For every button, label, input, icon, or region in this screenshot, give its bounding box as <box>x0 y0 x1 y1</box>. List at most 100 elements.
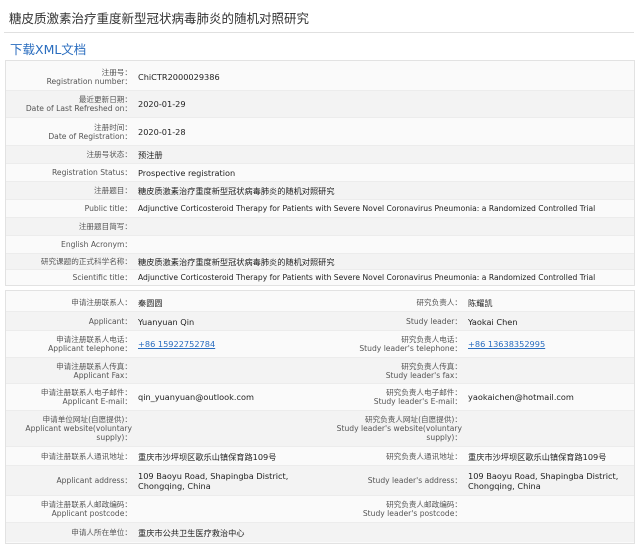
label-zh: 研究负责人传真： <box>401 362 462 371</box>
contact-row: 申请注册联系人电话： Applicant telephone： +86 1592… <box>6 331 634 358</box>
contact-row: Applicant： Yuanyuan Qin Study leader： Ya… <box>6 312 634 331</box>
scientific-title-label: Scientific title： <box>72 273 133 282</box>
label-en: Study leader's postcode： <box>362 509 462 518</box>
study-leader-telephone-label: 研究负责人电话： Study leader's telephone： <box>336 335 462 353</box>
applicant-postcode-label: 申请注册联系人邮政编码： Applicant postcode： <box>6 500 132 518</box>
study-leader-email-value: yaokaichen@hotmail.com <box>468 392 574 402</box>
scientific-title-value: Adjunctive Corticosteroid Therapy for Pa… <box>138 273 596 282</box>
contact-row: 申请单位网址(自愿提供)： Applicant website(voluntar… <box>6 411 634 447</box>
applicant-institution-label: 申请人所在单位： <box>71 528 132 537</box>
study-leader-label: Study leader： <box>406 317 462 326</box>
registration-status-zh-value: 预注册 <box>138 150 163 160</box>
applicant-telephone-label: 申请注册联系人电话： Applicant telephone： <box>6 335 132 353</box>
study-leader-zh-label: 研究负责人： <box>416 298 462 307</box>
label-zh: 研究负责人电子邮件： <box>386 388 462 397</box>
title-zh-value: 糖皮质激素治疗重度新型冠状病毒肺炎的随机对照研究 <box>138 186 335 196</box>
label-en: Date of Last Refreshed on： <box>25 104 132 113</box>
label-zh: 注册时间： <box>94 123 132 132</box>
applicant-telephone-link[interactable]: +86 15922752784 <box>138 339 215 349</box>
applicant-fax-label: 申请注册联系人传真： Applicant Fax： <box>6 362 132 380</box>
applicant-label: Applicant： <box>88 317 132 326</box>
applicant-email-value: qin_yuanyuan@outlook.com <box>138 392 254 402</box>
study-leader-address-zh-label: 研究负责人通讯地址： <box>386 452 462 461</box>
scientific-title-zh-row: 研究课题的正式科学名称： 糖皮质激素治疗重度新型冠状病毒肺炎的随机对照研究 <box>6 254 634 270</box>
registration-status-zh-label: 注册号状态： <box>86 150 132 159</box>
registration-status-row: Registration Status： Prospective registr… <box>6 164 634 182</box>
registration-status-zh-row: 注册号状态： 预注册 <box>6 146 634 164</box>
study-leader-telephone-link[interactable]: +86 13638352995 <box>468 339 545 349</box>
contact-row: 申请人所在单位： 重庆市公共卫生医疗救治中心 <box>6 523 634 542</box>
label-en: Applicant postcode： <box>51 509 132 518</box>
public-title-row: Public title： Adjunctive Corticosteroid … <box>6 200 634 218</box>
scientific-title-row: Scientific title： Adjunctive Corticoster… <box>6 270 634 285</box>
label-zh: 研究负责人网址(自愿提供)： <box>364 415 462 424</box>
study-leader-address-value: 109 Baoyu Road, Shapingba District, Chon… <box>468 471 619 491</box>
page-title: 糖皮质激素治疗重度新型冠状病毒肺炎的随机对照研究 <box>9 11 310 26</box>
registration-info-panel: 注册号： Registration number： ChiCTR20000293… <box>5 60 635 286</box>
acronym-zh-row: 注册题目简写： <box>6 218 634 236</box>
applicant-zh-label: 申请注册联系人： <box>71 298 132 307</box>
study-leader-zh-value: 陈耀凯 <box>468 298 493 308</box>
public-title-value: Adjunctive Corticosteroid Therapy for Pa… <box>138 204 596 213</box>
registration-number-row: 注册号： Registration number： ChiCTR20000293… <box>6 63 634 91</box>
applicant-address-label: Applicant address： <box>56 476 132 485</box>
study-leader-address-label: Study leader's address： <box>367 476 462 485</box>
applicant-institution-value: 重庆市公共卫生医疗救治中心 <box>138 528 245 538</box>
applicant-value: Yuanyuan Qin <box>138 317 195 327</box>
label-en: Study leader's fax： <box>385 371 462 380</box>
label-en: Applicant website(voluntary <box>25 424 132 433</box>
study-leader-website-label: 研究负责人网址(自愿提供)： Study leader's website(vo… <box>336 415 462 442</box>
study-leader-postcode-label: 研究负责人邮政编码： Study leader's postcode： <box>336 500 462 518</box>
label-zh: 申请注册联系人传真： <box>56 362 132 371</box>
contact-row: 申请注册联系人通讯地址： 重庆市沙坪坝区歌乐山镇保育路109号 研究负责人通讯地… <box>6 447 634 466</box>
study-leader-email-label: 研究负责人电子邮件： Study leader's E-mail： <box>336 388 462 406</box>
study-leader-fax-label: 研究负责人传真： Study leader's fax： <box>336 362 462 380</box>
label-zh: 注册号： <box>101 68 132 77</box>
study-leader-address-zh-value: 重庆市沙坪坝区歌乐山镇保育路109号 <box>468 452 607 462</box>
registration-date-label: 注册时间： Date of Registration： <box>6 123 132 141</box>
registration-number-value: ChiCTR2000029386 <box>138 72 220 82</box>
download-xml-link[interactable]: 下载XML文档 <box>10 39 86 58</box>
last-refreshed-row: 最近更新日期： Date of Last Refreshed on： 2020-… <box>6 91 634 118</box>
label-en: Applicant telephone： <box>48 344 132 353</box>
label-en-cont: supply)： <box>426 433 462 442</box>
registration-number-label: 注册号： Registration number： <box>6 68 132 86</box>
title-zh-label: 注册题目： <box>94 186 132 195</box>
label-zh: 申请单位网址(自愿提供)： <box>42 415 132 424</box>
study-leader-value: Yaokai Chen <box>468 317 518 327</box>
registration-status-value: Prospective registration <box>138 168 236 178</box>
label-en: Study leader's E-mail： <box>373 397 462 406</box>
applicant-address-value: 109 Baoyu Road, Shapingba District, Chon… <box>138 471 289 491</box>
last-refreshed-value: 2020-01-29 <box>138 99 186 109</box>
last-refreshed-label: 最近更新日期： Date of Last Refreshed on： <box>6 95 132 113</box>
label-zh: 最近更新日期： <box>78 95 132 104</box>
title-zh-row: 注册题目： 糖皮质激素治疗重度新型冠状病毒肺炎的随机对照研究 <box>6 182 634 200</box>
label-zh: 申请注册联系人电话： <box>56 335 132 344</box>
label-zh: 研究负责人电话： <box>401 335 462 344</box>
label-en: Registration number： <box>46 77 132 86</box>
label-zh: 申请注册联系人邮政编码： <box>40 500 132 509</box>
applicant-address-zh-value: 重庆市沙坪坝区歌乐山镇保育路109号 <box>138 452 277 462</box>
registration-date-row: 注册时间： Date of Registration： 2020-01-28 <box>6 118 634 146</box>
title-divider <box>4 32 634 33</box>
contact-row: Applicant address： 109 Baoyu Road, Shapi… <box>6 466 634 496</box>
label-en: Applicant Fax： <box>73 371 133 380</box>
scientific-title-zh-value: 糖皮质激素治疗重度新型冠状病毒肺炎的随机对照研究 <box>138 257 335 267</box>
applicant-zh-value: 秦圆圆 <box>138 298 163 308</box>
english-acronym-row: English Acronym： <box>6 236 634 254</box>
acronym-zh-label: 注册题目简写： <box>78 222 132 231</box>
label-en: Date of Registration： <box>48 132 132 141</box>
applicant-address-zh-label: 申请注册联系人通讯地址： <box>40 452 132 461</box>
contact-row: 申请注册联系人邮政编码： Applicant postcode： 研究负责人邮政… <box>6 496 634 523</box>
contact-row: 申请注册联系人电子邮件： Applicant E-mail： qin_yuany… <box>6 384 634 411</box>
contact-row: 申请注册联系人： 秦圆圆 研究负责人： 陈耀凯 <box>6 293 634 312</box>
applicant-website-label: 申请单位网址(自愿提供)： Applicant website(voluntar… <box>6 415 132 442</box>
registration-date-value: 2020-01-28 <box>138 127 186 137</box>
label-en: Study leader's website(voluntary <box>336 424 462 433</box>
english-acronym-label: English Acronym： <box>61 240 132 249</box>
label-zh: 申请注册联系人电子邮件： <box>40 388 132 397</box>
contact-row: 申请注册联系人传真： Applicant Fax： 研究负责人传真： Study… <box>6 358 634 384</box>
label-en-cont: supply)： <box>96 433 132 442</box>
registration-status-label: Registration Status： <box>52 168 132 177</box>
applicant-email-label: 申请注册联系人电子邮件： Applicant E-mail： <box>6 388 132 406</box>
